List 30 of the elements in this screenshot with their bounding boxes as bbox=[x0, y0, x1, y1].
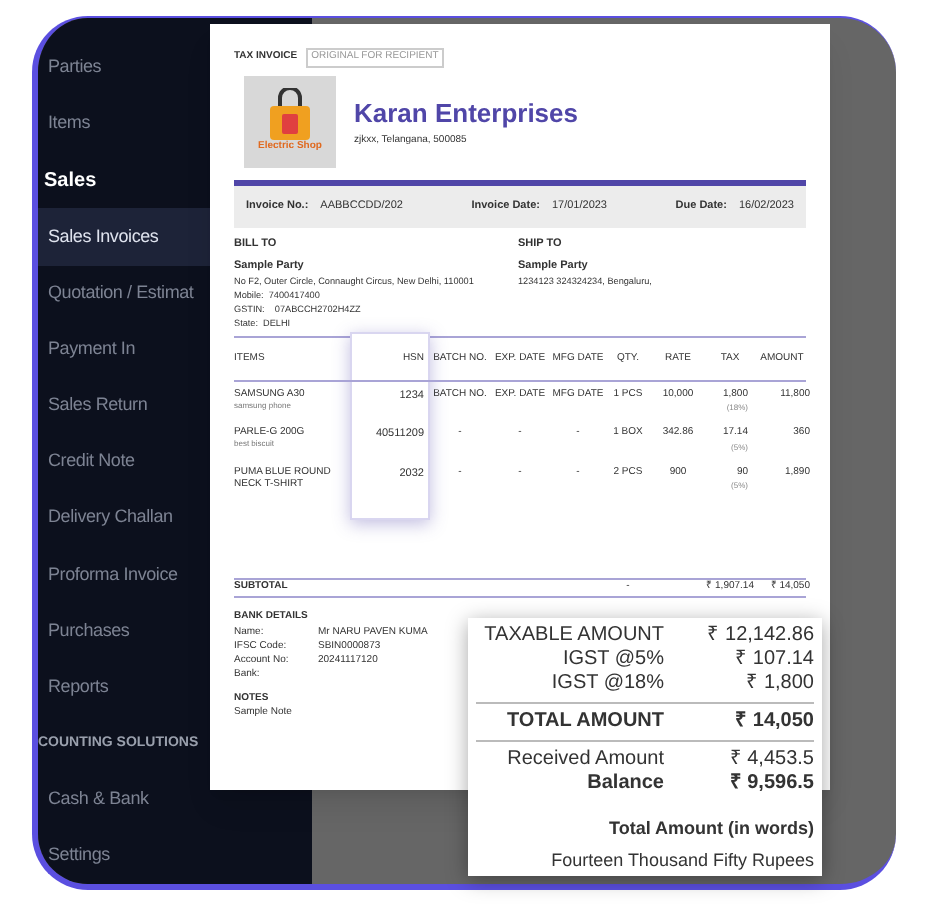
amount-in-words-title: Total Amount (in words) bbox=[607, 816, 814, 842]
company-name: Karan Enterprises bbox=[354, 96, 578, 132]
sidebar-item[interactable]: Settings bbox=[38, 827, 210, 884]
amount-in-words: Fourteen Thousand Fifty Rupees bbox=[549, 847, 814, 874]
sidebar-item[interactable]: Parties bbox=[38, 40, 210, 97]
totals-value: ₹ 4,453.5 bbox=[729, 748, 814, 772]
totals-label: IGST @5% bbox=[560, 648, 664, 672]
totals-label: Received Amount bbox=[505, 748, 664, 772]
totals-value: ₹ 12,142.86 bbox=[707, 624, 814, 648]
totals-value: ₹ 9,596.5 bbox=[729, 772, 814, 796]
sidebar-item[interactable]: Payment In bbox=[38, 321, 210, 378]
sidebar-item[interactable]: Purchases bbox=[38, 602, 210, 660]
totals-label: IGST @18% bbox=[549, 672, 664, 696]
sidebar-item[interactable]: Sales Return bbox=[38, 377, 210, 434]
totals-value: ₹ 14,050 bbox=[735, 710, 814, 734]
sidebar-item[interactable]: Items bbox=[38, 96, 210, 153]
sidebar-item[interactable]: Delivery Challan bbox=[38, 490, 210, 547]
sidebar-item[interactable]: Cash & Bank bbox=[38, 771, 210, 828]
totals-value: ₹ 1,800 bbox=[746, 672, 814, 696]
sidebar-item[interactable]: Credit Note bbox=[38, 433, 210, 491]
totals-label: TOTAL AMOUNT bbox=[504, 710, 664, 734]
sidebar-item[interactable]: Quotation / Estimat bbox=[38, 265, 210, 322]
bag-icon bbox=[268, 87, 312, 140]
sidebar-item[interactable]: Reports bbox=[38, 659, 210, 716]
sidebar-item[interactable]: Sales Invoices bbox=[38, 208, 210, 266]
sidebar-item[interactable]: Proforma Invoice bbox=[38, 546, 210, 603]
totals-label: Balance bbox=[585, 772, 664, 796]
totals-label: TAXABLE AMOUNT bbox=[482, 624, 664, 648]
totals-value: ₹ 107.14 bbox=[735, 648, 814, 672]
sidebar-group-header: Sales bbox=[42, 167, 99, 196]
